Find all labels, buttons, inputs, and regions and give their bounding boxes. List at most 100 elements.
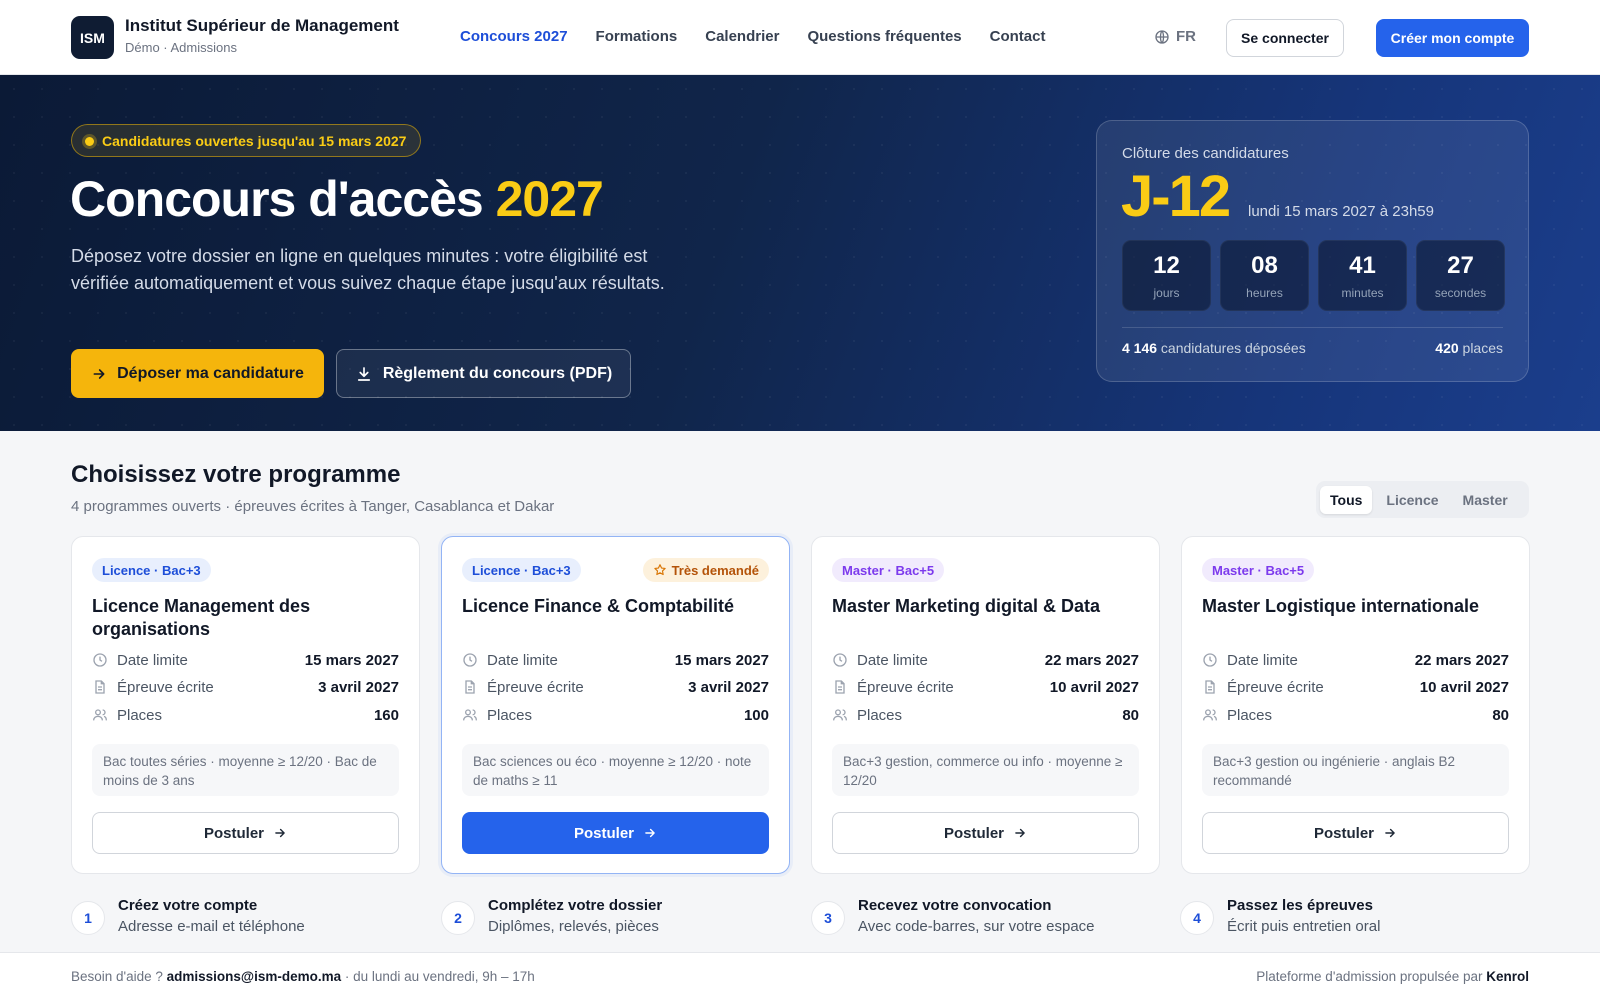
step-title: Recevez votre convocation	[858, 897, 1052, 914]
apply-label: Postuler	[943, 824, 1004, 842]
countdown-value: 27	[1447, 251, 1474, 279]
step-title: Complétez votre dossier	[488, 897, 663, 914]
vendor-link[interactable]: Kenrol	[1486, 969, 1529, 984]
step-number: 1	[71, 901, 105, 935]
create-account-button[interactable]: Créer mon compte	[1376, 19, 1529, 57]
exam-value: 10 avril 2027	[1419, 678, 1509, 696]
powered-by: Plateforme d'admission propulsée par Ken…	[1256, 969, 1529, 984]
nav-contact[interactable]: Contact	[990, 28, 1046, 45]
exam-row: Épreuve écrite 10 avril 2027	[1202, 677, 1509, 697]
help-email-link[interactable]: admissions@ism-demo.ma	[167, 969, 341, 984]
step-number: 3	[811, 901, 845, 935]
deadline-value: 15 mars 2027	[304, 651, 399, 669]
places-row: Places 160	[92, 705, 399, 725]
filter-master[interactable]: Master	[1453, 486, 1518, 514]
applications-count: 4 146 candidatures déposées	[1122, 340, 1306, 356]
program-level-tag: Licence · Bac+3	[462, 558, 581, 582]
apply-label: Postuler	[1313, 824, 1374, 842]
brand-name: Institut Supérieur de Management	[125, 16, 399, 35]
document-icon	[465, 680, 475, 694]
exam-row: Épreuve écrite 3 avril 2027	[462, 677, 769, 697]
step-subtitle: Écrit puis entretien oral	[1227, 918, 1381, 935]
program-requirements: Bac sciences ou éco · moyenne ≥ 12/20 · …	[462, 744, 769, 796]
nav-faq[interactable]: Questions fréquentes	[807, 28, 961, 45]
apply-button[interactable]: Postuler	[462, 812, 769, 854]
places-value: 80	[1122, 706, 1139, 724]
apply-label: Postuler	[573, 824, 634, 842]
language-code: FR	[1176, 28, 1196, 45]
deadline-row: Date limite 22 mars 2027	[832, 650, 1139, 670]
program-requirements: Bac+3 gestion, commerce ou info · moyenn…	[832, 744, 1139, 796]
clock-icon	[833, 653, 847, 667]
exam-label: Épreuve écrite	[857, 678, 954, 696]
places-row: Places 80	[832, 705, 1139, 725]
hero-title-year: 2027	[495, 171, 604, 227]
exam-value: 3 avril 2027	[688, 678, 769, 696]
countdown-value: 41	[1349, 251, 1376, 279]
apply-button[interactable]: Postuler	[1202, 812, 1509, 854]
clock-icon	[1203, 653, 1217, 667]
nav-concours[interactable]: Concours 2027	[460, 28, 568, 45]
download-rules-label: Règlement du concours (PDF)	[382, 364, 613, 382]
document-icon	[835, 680, 845, 694]
step-number: 4	[1180, 901, 1214, 935]
apply-button[interactable]: Postuler	[832, 812, 1139, 854]
program-card: Master · Bac+5 Master Logistique interna…	[1181, 536, 1530, 874]
deadline-label: Date limite	[1227, 651, 1298, 669]
countdown-card: Clôture des candidatures J-12 lundi 15 m…	[1096, 120, 1529, 382]
users-icon	[1203, 709, 1217, 721]
step-title: Passez les épreuves	[1227, 897, 1373, 914]
apply-button[interactable]: Postuler	[92, 812, 399, 854]
deadline-row: Date limite 22 mars 2027	[1202, 650, 1509, 670]
exam-row: Épreuve écrite 10 avril 2027	[832, 677, 1139, 697]
exam-value: 10 avril 2027	[1049, 678, 1139, 696]
deadline-row: Date limite 15 mars 2027	[92, 650, 399, 670]
program-requirements: Bac toutes séries · moyenne ≥ 12/20 · Ba…	[92, 744, 399, 796]
program-title: Master Logistique internationale	[1202, 596, 1480, 616]
download-icon	[357, 366, 370, 381]
arrow-right-icon	[1015, 828, 1025, 838]
powered-by-label: Plateforme d'admission propulsée par	[1256, 969, 1487, 984]
exam-label: Épreuve écrite	[1227, 678, 1324, 696]
arrow-right-icon	[93, 368, 105, 379]
places-label: Places	[117, 706, 163, 724]
main-nav: Concours 2027 Formations Calendrier Ques…	[460, 28, 1045, 45]
filter-licence[interactable]: Licence	[1376, 486, 1448, 514]
countdown-divider	[1122, 327, 1503, 328]
countdown-minutes: 41 minutes	[1318, 240, 1407, 311]
clock-icon	[463, 653, 477, 667]
places-row: Places 80	[1202, 705, 1509, 725]
hero-title: Concours d'accès 2027	[70, 170, 604, 228]
open-applications-pill: Candidatures ouvertes jusqu'au 15 mars 2…	[71, 124, 422, 157]
clock-icon	[93, 653, 107, 667]
program-title: Licence Finance & Comptabilité	[462, 596, 735, 616]
language-switcher[interactable]: FR	[1154, 28, 1196, 45]
countdown-value: 12	[1153, 251, 1180, 279]
nav-calendrier[interactable]: Calendrier	[705, 28, 779, 45]
star-icon	[653, 564, 666, 576]
nav-formations[interactable]: Formations	[596, 28, 678, 45]
document-icon	[95, 680, 105, 694]
popular-badge-label: Très demandé	[671, 562, 759, 578]
users-icon	[833, 709, 847, 721]
step-title: Créez votre compte	[118, 897, 258, 914]
countdown-days-left: J-12	[1121, 164, 1231, 229]
step-subtitle: Avec code-barres, sur votre espace	[858, 918, 1095, 935]
deadline-label: Date limite	[857, 651, 928, 669]
places-label: places	[1458, 340, 1503, 356]
brand-logo[interactable]: ISM	[71, 16, 114, 59]
help-prefix: Besoin d'aide ?	[71, 969, 167, 984]
applications-number: 4 146	[1122, 340, 1158, 356]
countdown-unit: jours	[1153, 285, 1180, 300]
places-label: Places	[1227, 706, 1273, 724]
program-title: Master Marketing digital & Data	[832, 596, 1101, 616]
deadline-value: 15 mars 2027	[674, 651, 769, 669]
countdown-unit: heures	[1246, 285, 1283, 300]
places-value: 160	[373, 706, 399, 724]
login-button[interactable]: Se connecter	[1226, 19, 1344, 57]
download-rules-button[interactable]: Règlement du concours (PDF)	[336, 349, 631, 398]
submit-application-button[interactable]: Déposer ma candidature	[71, 349, 324, 398]
countdown-unit: secondes	[1434, 285, 1487, 300]
filter-all[interactable]: Tous	[1320, 485, 1373, 514]
countdown-seconds: 27 secondes	[1416, 240, 1505, 311]
